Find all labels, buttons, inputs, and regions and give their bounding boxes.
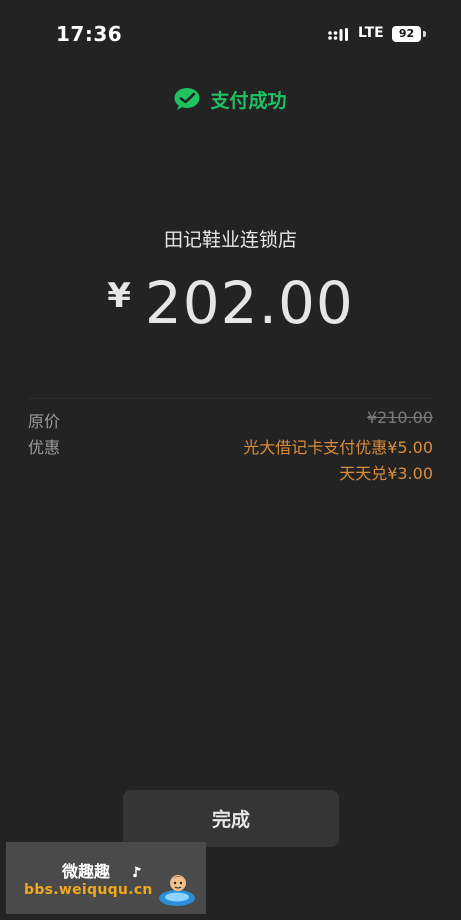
watermark: 微趣趣 bbs.weiququ.cn [6, 842, 206, 914]
battery-indicator: 92 [392, 26, 426, 42]
done-button[interactable]: 完成 [123, 790, 339, 847]
status-bar: 17:36 LTE 92 [0, 0, 461, 70]
watermark-url: bbs.weiququ.cn [24, 882, 153, 898]
payment-amount: 202.00 [144, 269, 354, 337]
merchant-name: 田记鞋业连锁店 [163, 229, 297, 251]
wechat-pay-icon [174, 88, 200, 110]
battery-level: 92 [392, 26, 421, 42]
signal-icon [328, 28, 348, 41]
watermark-title: 微趣趣 [62, 862, 111, 881]
amount-row: ¥ 202.00 [0, 268, 461, 338]
payment-success-header: 支付成功 [0, 84, 461, 114]
discount-item: 光大借记卡支付优惠¥5.00 [243, 438, 433, 457]
mascot-icon [159, 875, 195, 906]
status-time: 17:36 [56, 22, 123, 46]
divider [28, 398, 433, 399]
music-note-icon [133, 866, 142, 878]
network-label: LTE [358, 25, 384, 41]
payment-success-title: 支付成功 [210, 89, 287, 112]
discount-label: 优惠 [28, 438, 61, 457]
original-price-label: 原价 [28, 412, 61, 431]
discount-item: 天天兑¥3.00 [339, 464, 433, 483]
battery-cap [423, 31, 426, 37]
original-price-value: ¥210.00 [366, 408, 433, 427]
currency-symbol: ¥ [107, 276, 131, 316]
